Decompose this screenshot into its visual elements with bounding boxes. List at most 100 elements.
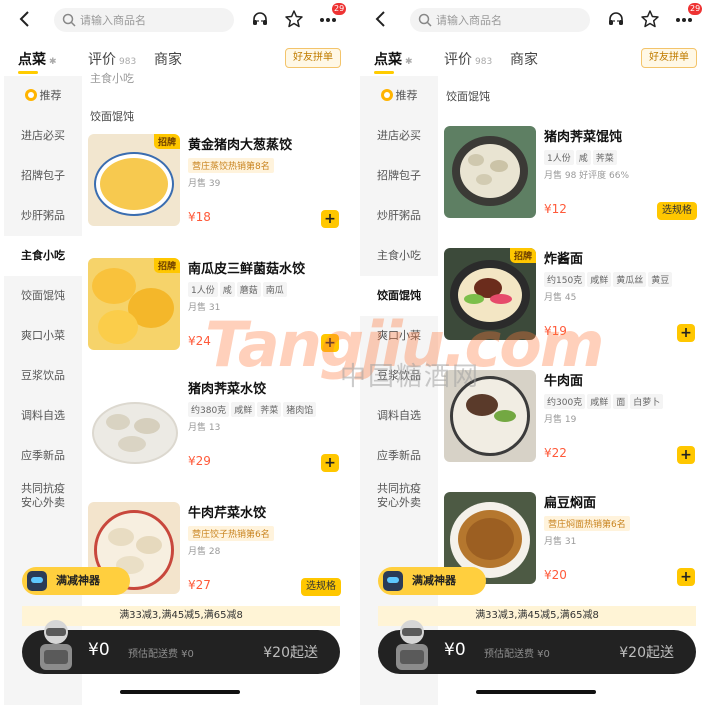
tab-merchant[interactable]: 商家	[510, 49, 538, 69]
dish-name: 牛肉芹菜水饺	[188, 506, 267, 521]
dish-tag: 咸鲜	[587, 272, 612, 287]
tab-reviews[interactable]: 评价 983	[88, 49, 136, 69]
sidebar-item-safe-delivery[interactable]: 共同抗疫 安心外卖	[4, 476, 82, 520]
sidebar-item-drinks[interactable]: 豆浆饮品	[360, 356, 438, 396]
sidebar-item-recommend[interactable]: 推荐	[4, 76, 82, 116]
dish-image	[444, 370, 536, 462]
dish-tag: 荠菜	[257, 402, 282, 417]
group-order-button[interactable]: 好友拼单	[641, 48, 697, 68]
back-icon[interactable]	[18, 10, 32, 28]
sidebar-item-sauces[interactable]: 调料自选	[4, 396, 82, 436]
cart-total: ¥0	[444, 640, 466, 660]
cart-total: ¥0	[88, 640, 110, 660]
sidebar-item-must-buy[interactable]: 进店必买	[4, 116, 82, 156]
robot-icon	[27, 571, 47, 591]
monthly-sales: 月售 98 好评度 66%	[544, 171, 630, 181]
dish-price: ¥12	[544, 202, 567, 216]
menu-item[interactable]: 猪肉荠菜馄饨 1人份咸荠菜 月售 98 好评度 66% ¥12 选规格	[438, 126, 705, 244]
sidebar-item-staple[interactable]: 主食小吃	[4, 236, 82, 276]
signature-flag: 招牌	[509, 248, 536, 263]
dish-image: 招牌	[444, 248, 536, 340]
dish-name: 黄金猪肉大葱蒸饺	[188, 138, 293, 153]
tab-underline	[374, 71, 394, 74]
sidebar-item-sauces[interactable]: 调料自选	[360, 396, 438, 436]
tab-order[interactable]: 点菜 ✱	[18, 49, 57, 69]
dish-name: 南瓜皮三鲜菌菇水饺	[188, 262, 306, 277]
phone-screen-right: 请输入商品名 29 点菜 ✱ 评价 983 商家 好友拼单 推荐 进店必买 招牌包子…	[360, 0, 705, 705]
discount-helper-button[interactable]: 满减神器	[22, 567, 130, 595]
add-to-cart-button[interactable]: +	[321, 210, 339, 228]
sidebar-item-safe-delivery[interactable]: 共同抗疫 安心外卖	[360, 476, 438, 520]
sidebar-item-dumplings[interactable]: 饺面馄饨	[360, 276, 438, 316]
tab-bar: 点菜 ✱ 评价 983 商家 好友拼单	[360, 40, 705, 76]
star-icon[interactable]	[284, 9, 304, 29]
notification-badge: 29	[688, 3, 703, 15]
sidebar-item-cold-dishes[interactable]: 爽口小菜	[4, 316, 82, 356]
choose-spec-button[interactable]: 选规格	[657, 202, 697, 220]
sidebar-item-congee[interactable]: 炒肝粥品	[4, 196, 82, 236]
add-to-cart-button[interactable]: +	[677, 446, 695, 464]
sidebar-item-drinks[interactable]: 豆浆饮品	[4, 356, 82, 396]
sidebar-item-dumplings[interactable]: 饺面馄饨	[4, 276, 82, 316]
dish-tag: 黄豆	[648, 272, 673, 287]
menu-item[interactable]: 牛肉芹菜水饺 营庄饺子热销第6名 月售 28 ¥27 选规格	[82, 502, 349, 620]
dish-tag: 面	[613, 394, 629, 409]
recommend-icon	[24, 89, 37, 101]
monthly-sales: 月售 39	[188, 179, 221, 189]
star-icon[interactable]	[640, 9, 660, 29]
delivery-fee: 预估配送费 ¥0	[128, 649, 194, 660]
sidebar-item-buns[interactable]: 招牌包子	[360, 156, 438, 196]
search-input[interactable]: 请输入商品名	[54, 8, 234, 32]
discount-helper-button[interactable]: 满减神器	[378, 567, 486, 595]
sidebar-item-congee[interactable]: 炒肝粥品	[360, 196, 438, 236]
monthly-sales: 月售 13	[188, 423, 221, 433]
menu-item[interactable]: 猪肉荠菜水饺 约380克 咸鲜 荠菜 猪肉馅 月售 13 ¥29 +	[82, 378, 349, 496]
delivery-fee: 预估配送费 ¥0	[484, 649, 550, 660]
rank-badge: 营庄蒸饺热销第8名	[188, 158, 274, 173]
cart-mascot-icon[interactable]	[32, 616, 80, 674]
sidebar-item-must-buy[interactable]: 进店必买	[360, 116, 438, 156]
sidebar-item-seasonal[interactable]: 应季新品	[360, 436, 438, 476]
search-input[interactable]: 请输入商品名	[410, 8, 590, 32]
menu-item[interactable]: 招牌 南瓜皮三鲜菌菇水饺 1人份咸蘑菇 南瓜 月售 31 ¥24 +	[82, 258, 349, 376]
cart-mascot-icon[interactable]	[388, 616, 436, 674]
home-indicator	[476, 690, 596, 694]
tab-merchant[interactable]: 商家	[154, 49, 182, 69]
add-to-cart-button[interactable]: +	[321, 334, 339, 352]
sidebar-item-cold-dishes[interactable]: 爽口小菜	[360, 316, 438, 356]
back-icon[interactable]	[374, 10, 388, 28]
dish-tag: 咸鲜	[587, 394, 612, 409]
dish-price: ¥24	[188, 334, 211, 348]
top-bar: 请输入商品名 29	[360, 0, 705, 40]
menu-item[interactable]: 招牌 黄金猪肉大葱蒸饺 营庄蒸饺热销第8名 月售 39 ¥18 +	[82, 134, 349, 252]
tab-reviews[interactable]: 评价 983	[444, 49, 492, 69]
sidebar-item-seasonal[interactable]: 应季新品	[4, 436, 82, 476]
customer-service-icon[interactable]	[250, 10, 270, 30]
signature-flag: 招牌	[153, 134, 180, 149]
customer-service-icon[interactable]	[606, 10, 626, 30]
category-title-dumplings: 饺面馄饨	[446, 90, 490, 103]
add-to-cart-button[interactable]: +	[677, 324, 695, 342]
dish-tag: 约380克	[188, 402, 230, 417]
rank-badge: 营庄焖面热销第6名	[544, 516, 630, 531]
sidebar-item-recommend[interactable]: 推荐	[360, 76, 438, 116]
menu-item[interactable]: 牛肉面 约300克 咸鲜面白萝卜 月售 19 ¥22 +	[438, 370, 705, 488]
sidebar-item-staple[interactable]: 主食小吃	[360, 236, 438, 276]
cart-bar[interactable]: ¥0 预估配送费 ¥0 ¥20起送	[22, 620, 340, 674]
choose-spec-button[interactable]: 选规格	[301, 578, 341, 596]
cart-bar[interactable]: ¥0 预估配送费 ¥0 ¥20起送	[378, 620, 696, 674]
dish-tags: 约150克 咸鲜 黄瓜丝 黄豆	[544, 272, 674, 287]
add-to-cart-button[interactable]: +	[677, 568, 695, 586]
dish-price: ¥19	[544, 324, 567, 338]
monthly-sales: 月售 31	[188, 303, 221, 313]
tab-order[interactable]: 点菜 ✱	[374, 49, 413, 69]
menu-item[interactable]: 招牌 炸酱面 约150克 咸鲜 黄瓜丝 黄豆 月售 45 ¥19 +	[438, 248, 705, 366]
group-order-button[interactable]: 好友拼单	[285, 48, 341, 68]
dish-price: ¥29	[188, 454, 211, 468]
dish-name: 猪肉荠菜水饺	[188, 382, 267, 397]
sidebar-item-buns[interactable]: 招牌包子	[4, 156, 82, 196]
phone-screen-left: 请输入商品名 29 点菜 ✱ 评价 983 商家 好友拼单 推荐 进店必买 招牌包子…	[4, 0, 349, 705]
add-to-cart-button[interactable]: +	[321, 454, 339, 472]
dish-tag: 咸	[219, 282, 235, 297]
search-placeholder: 请输入商品名	[80, 14, 146, 27]
